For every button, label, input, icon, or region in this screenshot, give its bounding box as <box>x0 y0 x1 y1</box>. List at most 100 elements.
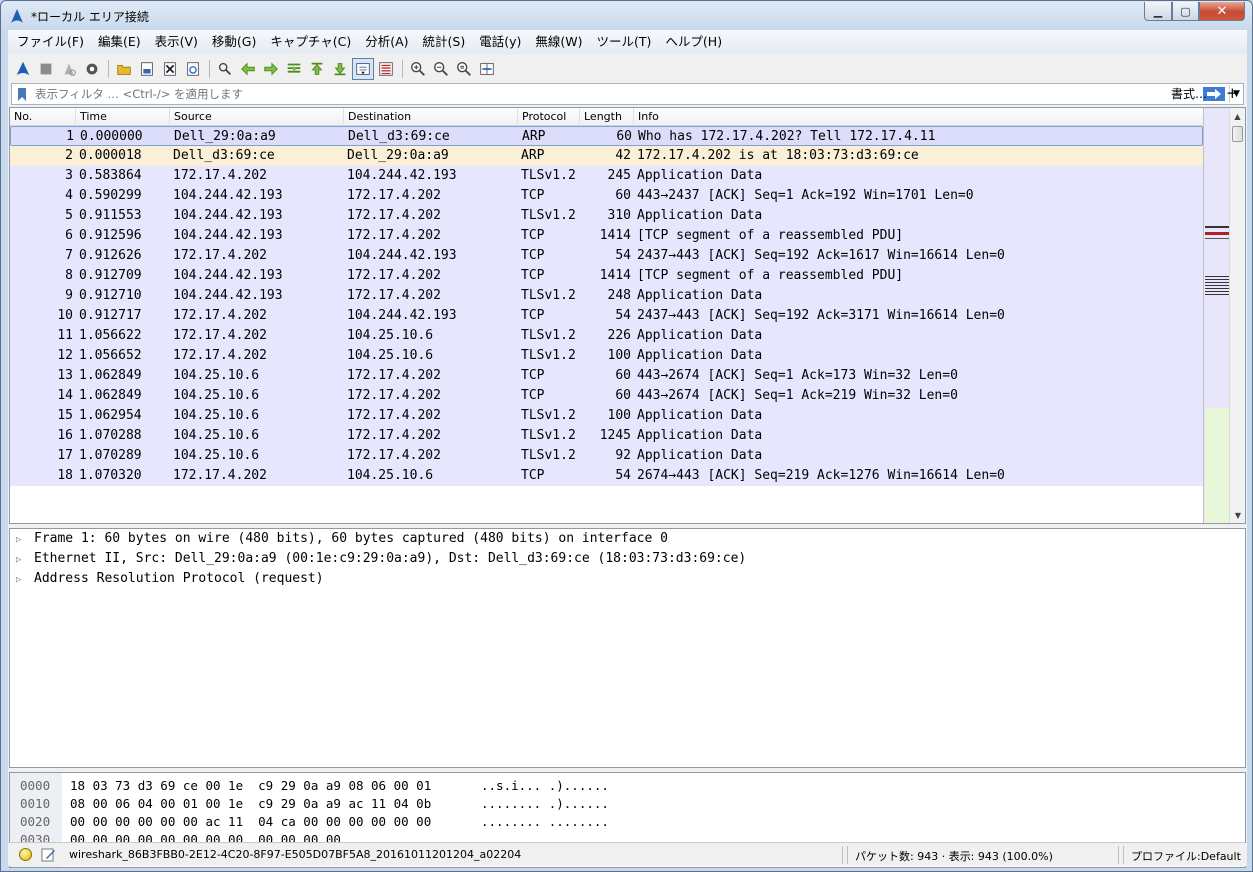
scrollbar-thumb[interactable] <box>1232 126 1243 142</box>
column-header-destination[interactable]: Destination <box>344 108 518 126</box>
last-packet-icon[interactable] <box>329 58 351 80</box>
close-button[interactable]: ✕ <box>1199 2 1245 21</box>
packet-cell-info: Application Data <box>637 328 763 343</box>
detail-tree-item[interactable]: ▷ Frame 1: 60 bytes on wire (480 bits), 6… <box>10 529 1245 549</box>
autoscroll-icon[interactable] <box>352 57 374 80</box>
packet-row[interactable]: 13 1.062849 104.25.10.6 172.17.4.202 TCP 60 44… <box>10 366 1203 386</box>
packet-cell-proto: TCP <box>521 228 545 243</box>
bookmark-icon[interactable] <box>15 87 29 101</box>
packet-row[interactable]: 2 0.000018 Dell_d3:69:ce Dell_29:0a:a9 ARP 42… <box>10 146 1203 166</box>
find-icon[interactable] <box>214 58 236 80</box>
packet-row[interactable]: 10 0.912717 172.17.4.202 104.244.42.193 TCP 5… <box>10 306 1203 326</box>
expand-triangle-icon[interactable]: ▷ <box>16 530 34 550</box>
packet-minimap[interactable] <box>1203 108 1230 523</box>
file-save-icon[interactable] <box>136 58 158 80</box>
packet-cell-time: 0.911553 <box>79 208 142 223</box>
packet-row[interactable]: 7 0.912626 172.17.4.202 104.244.42.193 TCP 54… <box>10 246 1203 266</box>
goto-packet-icon[interactable] <box>283 58 305 80</box>
byte-ascii[interactable]: ........ .)...... <box>481 795 609 813</box>
packet-row[interactable]: 4 0.590299 104.244.42.193 172.17.4.202 TCP 60… <box>10 186 1203 206</box>
first-packet-icon[interactable] <box>306 58 328 80</box>
close-file-icon[interactable] <box>159 58 181 80</box>
packet-cell-time: 1.056622 <box>79 328 142 343</box>
detail-tree-item[interactable]: ▷ Address Resolution Protocol (request) <box>10 569 1245 589</box>
zoom-in-icon[interactable] <box>407 58 429 80</box>
byte-hex[interactable]: 08 00 06 04 00 01 00 1e c9 29 0a a9 ac 1… <box>70 795 431 813</box>
packet-row[interactable]: 3 0.583864 172.17.4.202 104.244.42.193 TLSv1… <box>10 166 1203 186</box>
gear-options-icon[interactable] <box>81 58 103 80</box>
resize-columns-icon[interactable] <box>476 58 498 80</box>
column-header-info[interactable]: Info <box>634 108 1203 126</box>
byte-offset: 0020 <box>20 814 51 829</box>
menu-item-4[interactable]: キャプチャ(C) <box>263 32 358 52</box>
scroll-up-arrow-icon[interactable]: ▲ <box>1230 108 1245 124</box>
menu-item-7[interactable]: 電話(y) <box>472 32 528 52</box>
reload-icon[interactable] <box>182 58 204 80</box>
expand-triangle-icon[interactable]: ▷ <box>16 550 34 570</box>
detail-tree-item[interactable]: ▷ Ethernet II, Src: Dell_29:0a:a9 (00:1e:… <box>10 549 1245 569</box>
zoom-out-icon[interactable] <box>430 58 452 80</box>
byte-offset: 0010 <box>20 796 51 811</box>
expand-triangle-icon[interactable]: ▷ <box>16 570 34 590</box>
packet-cell-len: 60 <box>615 388 631 403</box>
packet-cell-time: 1.070289 <box>79 448 142 463</box>
status-separator[interactable] <box>1118 846 1119 864</box>
packet-row[interactable]: 9 0.912710 104.244.42.193 172.17.4.202 TLSv1… <box>10 286 1203 306</box>
column-header-source[interactable]: Source <box>170 108 344 126</box>
packet-cell-no: 11 <box>57 328 73 343</box>
shark-fin-start-icon[interactable] <box>12 58 34 80</box>
packet-row[interactable]: 12 1.056652 172.17.4.202 104.25.10.6 TLSv1.2… <box>10 346 1203 366</box>
filter-expression-button[interactable]: 書式… <box>1171 85 1207 102</box>
colorize-icon[interactable] <box>375 58 397 80</box>
expert-info-indicator-icon[interactable] <box>19 848 32 861</box>
minimize-button[interactable]: ▁ <box>1144 2 1172 21</box>
status-separator <box>847 846 848 864</box>
column-header-length[interactable]: Length <box>580 108 634 126</box>
column-header-protocol[interactable]: Protocol <box>518 108 580 126</box>
stop-icon[interactable] <box>35 58 57 80</box>
capture-comment-icon[interactable] <box>41 847 56 862</box>
detail-tree-label: Address Resolution Protocol (request) <box>34 571 324 586</box>
scroll-down-arrow-icon[interactable]: ▼ <box>1230 507 1245 523</box>
packet-row[interactable]: 5 0.911553 104.244.42.193 172.17.4.202 TLSv1… <box>10 206 1203 226</box>
packet-row[interactable]: 8 0.912709 104.244.42.193 172.17.4.202 TCP 14… <box>10 266 1203 286</box>
packet-row[interactable]: 14 1.062849 104.25.10.6 172.17.4.202 TCP 60 44… <box>10 386 1203 406</box>
display-filter-input[interactable] <box>29 87 1203 101</box>
maximize-button[interactable]: ▢ <box>1172 2 1199 21</box>
menu-item-5[interactable]: 分析(A) <box>358 32 415 52</box>
packet-row[interactable]: 1 0.000000 Dell_29:0a:a9 Dell_d3:69:ce ARP 60… <box>10 126 1203 146</box>
menu-item-0[interactable]: ファイル(F) <box>10 32 91 52</box>
menu-item-10[interactable]: ヘルプ(H) <box>658 32 729 52</box>
folder-open-icon[interactable] <box>113 58 135 80</box>
menu-item-9[interactable]: ツール(T) <box>590 32 659 52</box>
restart-icon[interactable] <box>58 58 80 80</box>
title-bar[interactable]: *ローカル エリア接続 ▁ ▢ ✕ <box>1 1 1252 30</box>
menu-item-6[interactable]: 統計(S) <box>416 32 473 52</box>
menu-item-2[interactable]: 表示(V) <box>148 32 205 52</box>
packet-row[interactable]: 11 1.056622 172.17.4.202 104.25.10.6 TLSv1.2… <box>10 326 1203 346</box>
column-header-time[interactable]: Time <box>76 108 170 126</box>
packet-row[interactable]: 15 1.062954 104.25.10.6 172.17.4.202 TLSv1.2… <box>10 406 1203 426</box>
byte-hex[interactable]: 18 03 73 d3 69 ce 00 1e c9 29 0a a9 08 0… <box>70 777 431 795</box>
packet-cell-len: 54 <box>615 308 631 323</box>
menu-item-8[interactable]: 無線(W) <box>528 32 589 52</box>
packet-cell-len: 60 <box>616 129 632 144</box>
status-separator[interactable] <box>842 846 843 864</box>
packet-row[interactable]: 6 0.912596 104.244.42.193 172.17.4.202 TCP 14… <box>10 226 1203 246</box>
packet-list-scrollbar[interactable]: ▲ ▼ <box>1229 108 1245 523</box>
menu-item-3[interactable]: 移動(G) <box>205 32 263 52</box>
column-header-no[interactable]: No. <box>10 108 76 126</box>
packet-row[interactable]: 17 1.070289 104.25.10.6 172.17.4.202 TLSv1.2… <box>10 446 1203 466</box>
byte-ascii[interactable]: ..s.i... .)...... <box>481 777 609 795</box>
add-filter-button[interactable]: + <box>1226 84 1239 102</box>
forward-arrow-icon[interactable] <box>260 58 282 80</box>
menu-item-1[interactable]: 編集(E) <box>91 32 148 52</box>
back-arrow-icon[interactable] <box>237 58 259 80</box>
zoom-normal-icon[interactable] <box>453 58 475 80</box>
packet-cell-time: 0.912710 <box>79 288 142 303</box>
byte-hex[interactable]: 00 00 00 00 00 00 ac 11 04 ca 00 00 00 0… <box>70 813 431 831</box>
byte-ascii[interactable]: ........ ........ <box>481 813 609 831</box>
profile-selector[interactable]: プロファイル:Default <box>1131 848 1241 864</box>
packet-row[interactable]: 18 1.070320 172.17.4.202 104.25.10.6 TCP 54 26… <box>10 466 1203 486</box>
packet-row[interactable]: 16 1.070288 104.25.10.6 172.17.4.202 TLSv1.2… <box>10 426 1203 446</box>
